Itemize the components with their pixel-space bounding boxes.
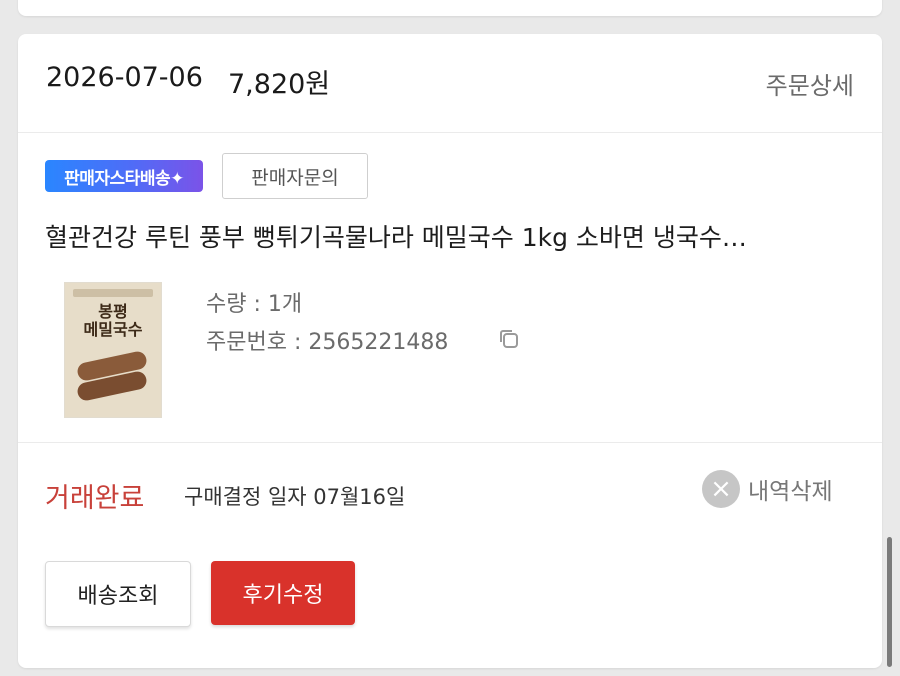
order-date: 2026-07-06 [46, 62, 203, 93]
quantity-text: 수량 : 1개 [206, 292, 303, 317]
thumbnail-tag [73, 289, 153, 297]
product-title[interactable]: 혈관건강 루틴 풍부 뻥튀기곡물나라 메밀국수 1kg 소바면 냉국수… [45, 218, 855, 254]
previous-order-card [18, 0, 882, 16]
delete-history-button[interactable]: × 내역삭제 [702, 468, 833, 510]
copy-icon[interactable] [498, 328, 520, 350]
delete-history-label: 내역삭제 [748, 479, 833, 505]
delivery-tracking-button[interactable]: 배송조회 [45, 561, 191, 627]
thumbnail-title-text: 봉평 메밀국수 [83, 302, 143, 339]
scrollbar-thumb[interactable] [887, 537, 892, 667]
product-thumbnail[interactable]: 봉평 메밀국수 [64, 282, 162, 418]
star-delivery-badge: 판매자스타배송✦ [45, 160, 203, 192]
order-detail-link[interactable]: 주문상세 [766, 66, 854, 101]
section-divider [18, 442, 882, 443]
order-price: 7,820원 [228, 69, 331, 100]
thumbnail-title: 봉평 메밀국수 [65, 303, 161, 339]
order-card: 2026-07-06 7,820원 주문상세 판매자스타배송✦ 판매자문의 혈관… [18, 34, 882, 668]
close-circle-icon: × [702, 470, 740, 508]
order-header: 2026-07-06 7,820원 주문상세 [18, 34, 882, 133]
order-number-text: 주문번호 : 2565221488 [206, 330, 449, 355]
order-status: 거래완료 [45, 483, 145, 514]
seller-inquiry-button[interactable]: 판매자문의 [222, 153, 368, 199]
purchase-confirm-date: 구매결정 일자 07월16일 [184, 485, 406, 509]
edit-review-button[interactable]: 후기수정 [211, 561, 355, 625]
